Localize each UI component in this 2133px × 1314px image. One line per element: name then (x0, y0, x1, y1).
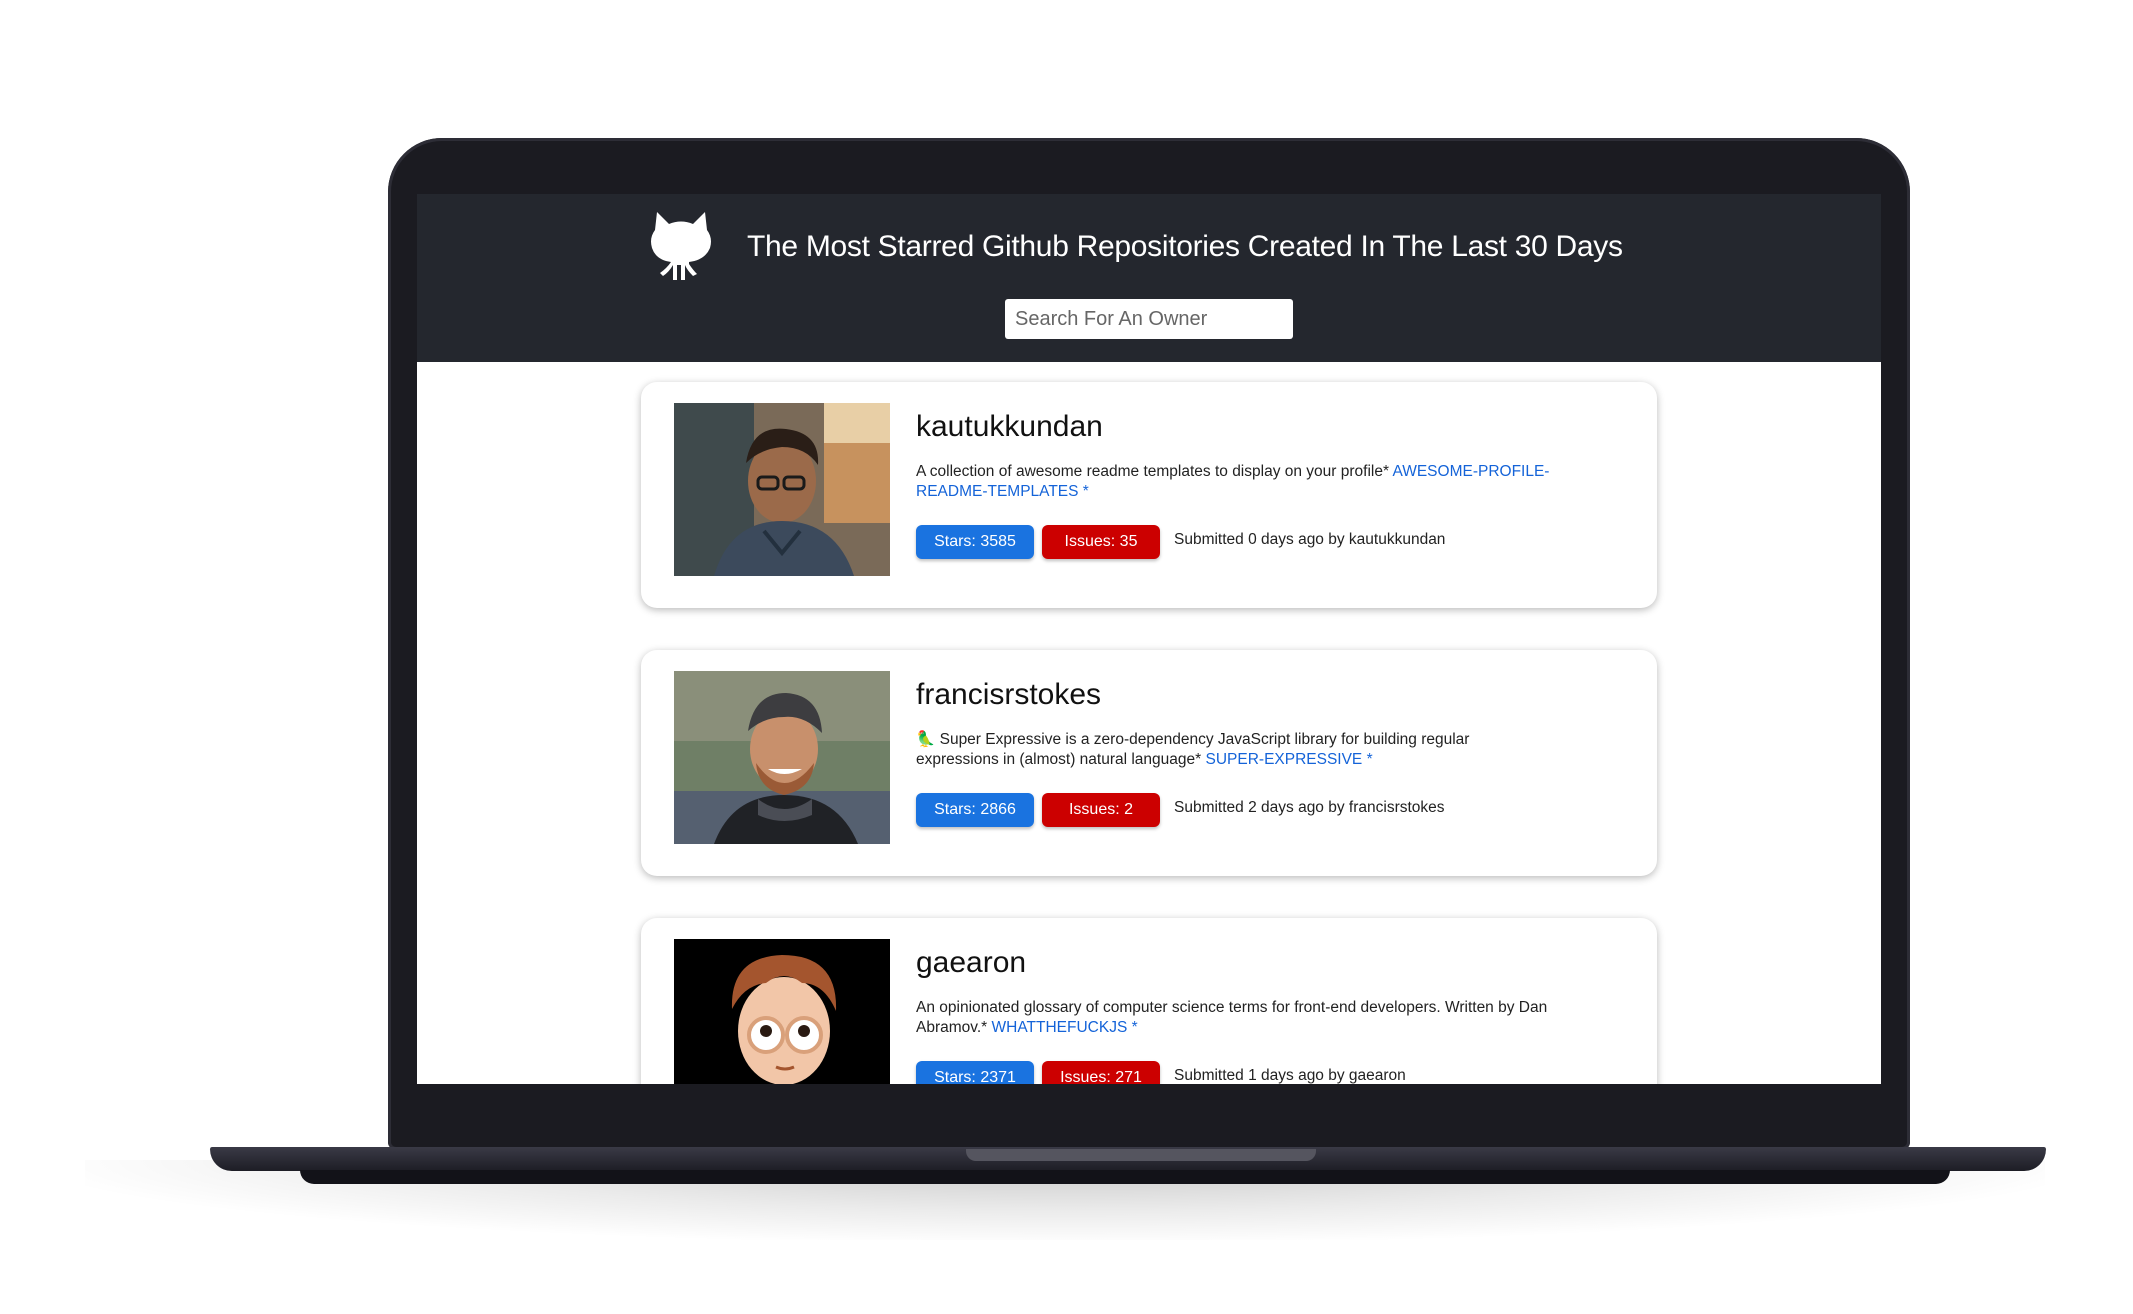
app-header: The Most Starred Github Repositories Cre… (417, 194, 1881, 362)
owner-name: francisrstokes (916, 678, 1102, 711)
submitted-info: Submitted 1 days ago by gaearon (1174, 1067, 1406, 1084)
laptop-screen: The Most Starred Github Repositories Cre… (417, 194, 1881, 1084)
owner-search-input[interactable] (1005, 299, 1293, 339)
laptop-mockup: The Most Starred Github Repositories Cre… (0, 0, 2133, 1314)
stars-badge: Stars: 2371 (916, 1061, 1034, 1084)
repo-description: An opinionated glossary of computer scie… (916, 998, 1556, 1038)
repo-card: gaearon An opinionated glossary of compu… (641, 918, 1657, 1084)
repo-stats: Stars: 3585 Issues: 35 Submitted 0 days ag… (916, 525, 1445, 561)
owner-name: kautukkundan (916, 410, 1103, 443)
page-title: The Most Starred Github Repositories Cre… (747, 230, 1623, 263)
repo-stats: Stars: 2866 Issues: 2 Submitted 2 days ago… (916, 793, 1445, 829)
repo-card: kautukkundan A collection of awesome rea… (641, 382, 1657, 608)
repo-stats: Stars: 2371 Issues: 271 Submitted 1 days a… (916, 1061, 1406, 1084)
owner-avatar (674, 671, 890, 844)
issues-badge: Issues: 271 (1042, 1061, 1160, 1084)
owner-name: gaearon (916, 946, 1027, 979)
github-octocat-icon (651, 212, 711, 280)
stars-badge: Stars: 2866 (916, 793, 1034, 827)
description-text: 🦜 Super Expressive is a zero-dependency … (916, 731, 1470, 768)
repo-description: A collection of awesome readme templates… (916, 462, 1556, 502)
repo-link[interactable]: WHATTHEFUCKJS * (992, 1019, 1138, 1036)
repo-link[interactable]: SUPER-EXPRESSIVE * (1206, 751, 1373, 768)
issues-badge: Issues: 35 (1042, 525, 1160, 559)
laptop-base-notch (966, 1149, 1316, 1161)
owner-avatar (674, 939, 890, 1084)
submitted-info: Submitted 2 days ago by francisrstokes (1174, 799, 1445, 816)
repo-card: francisrstokes 🦜 Super Expressive is a z… (641, 650, 1657, 876)
issues-badge: Issues: 2 (1042, 793, 1160, 827)
description-text: A collection of awesome readme templates… (916, 463, 1389, 480)
repo-list: kautukkundan A collection of awesome rea… (641, 382, 1657, 1084)
stars-badge: Stars: 3585 (916, 525, 1034, 559)
repo-description: 🦜 Super Expressive is a zero-dependency … (916, 730, 1556, 770)
owner-avatar (674, 403, 890, 576)
submitted-info: Submitted 0 days ago by kautukkundan (1174, 531, 1446, 548)
laptop-base-foot (300, 1170, 1950, 1184)
